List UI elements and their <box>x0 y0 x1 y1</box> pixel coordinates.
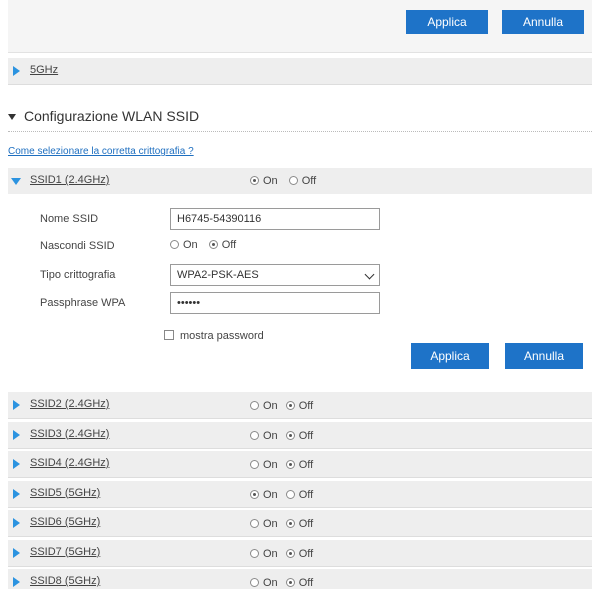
ssid-link[interactable]: SSID7 (5GHz) <box>30 546 100 558</box>
ssid-on-radio[interactable] <box>250 401 259 410</box>
band-5ghz-row[interactable]: 5GHz <box>8 58 592 85</box>
ssid-name-label: Nome SSID <box>40 213 99 225</box>
ssid1-row[interactable]: SSID1 (2.4GHz) On Off <box>8 168 592 195</box>
ssid-link[interactable]: SSID2 (2.4GHz) <box>30 398 109 410</box>
ssid-link[interactable]: SSID6 (5GHz) <box>30 516 100 528</box>
apply-button-top[interactable]: Applica <box>406 10 488 34</box>
top-panel: Applica Annulla <box>8 0 592 53</box>
chevron-down-icon <box>364 269 375 280</box>
ssid-row[interactable]: SSID8 (5GHz) On Off <box>8 569 592 589</box>
ssid1-on-radio[interactable] <box>250 176 259 185</box>
ssid-on-radio[interactable] <box>250 489 259 499</box>
section-divider <box>8 131 592 132</box>
ssid-off-radio[interactable] <box>285 401 295 410</box>
hide-ssid-radio-group: On Off <box>170 239 244 251</box>
ssid-on-radio[interactable] <box>250 578 259 587</box>
expand-arrow-icon[interactable] <box>13 547 20 558</box>
ssid-off-radio[interactable] <box>285 489 295 499</box>
wpa-passphrase-label: Passphrase WPA <box>40 297 126 309</box>
encryption-type-select[interactable]: WPA2-PSK-AES <box>170 264 380 286</box>
apply-button[interactable]: Applica <box>411 343 489 369</box>
wpa-passphrase-input[interactable]: •••••• <box>170 292 380 314</box>
expand-arrow-icon[interactable] <box>13 66 20 76</box>
show-password-checkbox[interactable] <box>164 330 174 340</box>
ssid-off-radio[interactable] <box>285 460 295 469</box>
expand-arrow-icon[interactable] <box>13 518 20 528</box>
ssid-link[interactable]: SSID3 (2.4GHz) <box>30 428 109 440</box>
encryption-help-link[interactable]: Come selezionare la corretta crittografi… <box>8 146 194 157</box>
ssid-on-radio[interactable] <box>250 430 259 440</box>
ssid1-link[interactable]: SSID1 (2.4GHz) <box>30 174 109 186</box>
ssid-row[interactable]: SSID7 (5GHz) On Off <box>8 539 592 567</box>
show-password-checkbox-row[interactable]: mostra password <box>164 330 264 342</box>
ssid-off-radio[interactable] <box>285 430 295 440</box>
ssid-enable-radio-group: On Off <box>250 548 321 560</box>
expand-arrow-icon[interactable] <box>13 459 20 469</box>
hide-ssid-label: Nascondi SSID <box>40 240 115 252</box>
band-5ghz-link[interactable]: 5GHz <box>30 64 58 76</box>
ssid-off-radio[interactable] <box>285 548 295 558</box>
expand-arrow-icon[interactable] <box>13 429 20 440</box>
ssid-enable-radio-group: On Off <box>250 430 321 442</box>
ssid-off-radio[interactable] <box>285 519 295 528</box>
hide-ssid-on-radio[interactable] <box>170 240 179 249</box>
ssid-enable-radio-group: On Off <box>250 400 321 412</box>
expand-arrow-icon[interactable] <box>13 577 20 587</box>
hide-ssid-off-radio[interactable] <box>208 240 218 249</box>
cancel-button-top[interactable]: Annulla <box>502 10 584 34</box>
ssid-row[interactable]: SSID5 (5GHz) On Off <box>8 480 592 508</box>
ssid-on-radio[interactable] <box>250 548 259 558</box>
ssid-name-input[interactable]: H6745-54390116 <box>170 208 380 230</box>
ssid-enable-radio-group: On Off <box>250 489 321 501</box>
cancel-button[interactable]: Annulla <box>505 343 583 369</box>
ssid-link[interactable]: SSID4 (2.4GHz) <box>30 457 109 469</box>
ssid-enable-radio-group: On Off <box>250 577 321 589</box>
ssid-on-radio[interactable] <box>250 519 259 528</box>
collapse-arrow-icon[interactable] <box>8 114 16 121</box>
ssid-link[interactable]: SSID5 (5GHz) <box>30 487 100 499</box>
collapse-arrow-icon[interactable] <box>11 178 21 185</box>
ssid-on-radio[interactable] <box>250 460 259 469</box>
ssid-off-radio[interactable] <box>285 578 295 587</box>
expand-arrow-icon[interactable] <box>13 488 20 499</box>
expand-arrow-icon[interactable] <box>13 400 20 410</box>
ssid-row[interactable]: SSID3 (2.4GHz) On Off <box>8 421 592 449</box>
section-title: Configurazione WLAN SSID <box>8 108 199 124</box>
ssid1-enable-radio-group: On Off <box>250 175 324 187</box>
page: Applica Annulla 5GHz Configurazione WLAN… <box>0 0 592 589</box>
encryption-type-label: Tipo crittografia <box>40 269 116 281</box>
ssid-enable-radio-group: On Off <box>250 459 321 471</box>
ssid-link[interactable]: SSID8 (5GHz) <box>30 575 100 587</box>
ssid-row[interactable]: SSID6 (5GHz) On Off <box>8 510 592 537</box>
ssid-row[interactable]: SSID4 (2.4GHz) On Off <box>8 451 592 478</box>
ssid1-off-radio[interactable] <box>288 176 298 185</box>
ssid-row[interactable]: SSID2 (2.4GHz) On Off <box>8 392 592 419</box>
ssid-enable-radio-group: On Off <box>250 518 321 530</box>
